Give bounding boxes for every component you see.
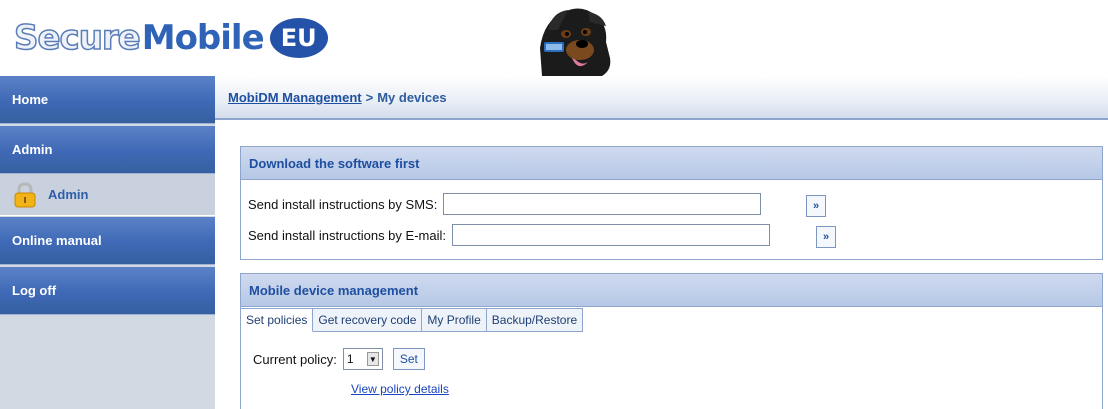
view-policy-details-link[interactable]: View policy details [351, 382, 449, 396]
sms-label: Send install instructions by SMS: [248, 196, 438, 212]
sidebar-item-home[interactable]: Home [0, 76, 215, 124]
sidebar-item-label: Log off [12, 283, 57, 298]
download-panel-title: Download the software first [241, 147, 1102, 180]
mdm-tabs: Set policies Get recovery code My Profil… [241, 308, 584, 332]
sidebar-item-admin[interactable]: Admin [0, 126, 215, 174]
securemobile-logo[interactable]: Secure Mobile EU [13, 16, 328, 60]
sidebar: Home Admin Admin Online manual Log off [0, 76, 215, 409]
sidebar-subitem-admin[interactable]: Admin [0, 174, 215, 216]
sidebar-item-label: Home [12, 92, 49, 107]
mdm-panel-title: Mobile device management [241, 274, 1102, 307]
sidebar-item-log-off[interactable]: Log off [0, 267, 215, 315]
sidebar-subitem-label: Admin [48, 187, 89, 202]
breadcrumb: MobiDM Management > My devices [215, 76, 1108, 120]
tab-set-policies[interactable]: Set policies [241, 308, 314, 332]
sidebar-item-label: Online manual [12, 233, 102, 248]
header: Secure Mobile EU [0, 0, 1108, 76]
sidebar-item-online-manual[interactable]: Online manual [0, 217, 215, 265]
policy-label: Current policy: [253, 351, 337, 367]
chevron-down-icon: ▼ [366, 352, 379, 366]
mdm-panel: Mobile device management Set policies Ge… [240, 273, 1103, 409]
email-input[interactable] [451, 224, 770, 246]
sidebar-item-label: Admin [12, 142, 53, 157]
logo-mobile-text: Mobile [141, 18, 265, 58]
breadcrumb-link-mobidm[interactable]: MobiDM Management [228, 90, 362, 105]
email-label: Send install instructions by E-mail: [248, 227, 446, 243]
policy-select-value: 1 [346, 352, 354, 366]
email-row: Send install instructions by E-mail: [248, 224, 770, 246]
tab-backup-restore[interactable]: Backup/Restore [486, 308, 584, 332]
sms-row: Send install instructions by SMS: [248, 193, 762, 215]
breadcrumb-separator: > [365, 89, 374, 105]
sms-input[interactable] [443, 193, 762, 215]
policy-row: Current policy: 1 ▼ Set [253, 348, 425, 370]
set-policy-button[interactable]: Set [392, 348, 425, 370]
tab-my-profile[interactable]: My Profile [422, 308, 487, 332]
email-send-button[interactable]: » [816, 226, 836, 248]
logo-secure-text: Secure [13, 17, 141, 59]
policy-select[interactable]: 1 ▼ [342, 348, 383, 370]
lock-icon [14, 181, 36, 207]
logo-eu-badge: EU [269, 18, 328, 58]
tab-get-recovery-code[interactable]: Get recovery code [313, 308, 423, 332]
download-panel: Download the software first Send install… [240, 146, 1103, 260]
dog-mascot-icon [540, 8, 611, 76]
sms-send-button[interactable]: » [806, 195, 826, 217]
breadcrumb-current: My devices [377, 89, 447, 105]
